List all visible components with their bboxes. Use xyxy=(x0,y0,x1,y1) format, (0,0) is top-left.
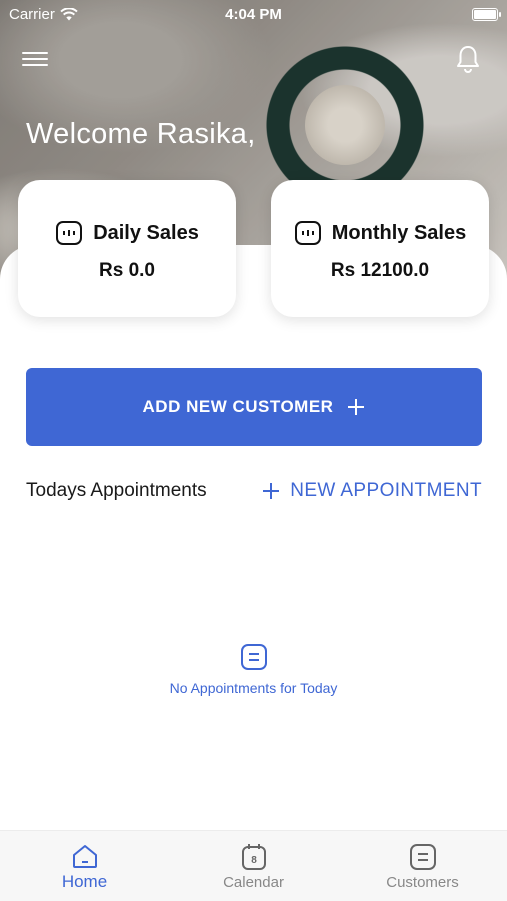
content-sheet xyxy=(0,245,507,835)
menu-button[interactable] xyxy=(22,48,48,70)
customers-icon xyxy=(409,844,436,870)
empty-state-text: No Appointments for Today xyxy=(169,680,338,696)
bell-icon xyxy=(457,46,479,73)
monthly-sales-card: Monthly Sales Rs 12100.0 xyxy=(271,180,489,317)
status-time: 4:04 PM xyxy=(225,6,282,23)
new-appointment-button[interactable]: NEW APPOINTMENT xyxy=(262,480,482,502)
add-customer-button[interactable]: ADD NEW CUSTOMER xyxy=(26,368,482,446)
new-appointment-label: NEW APPOINTMENT xyxy=(290,480,482,501)
tab-calendar[interactable]: 8 Calendar xyxy=(169,831,338,901)
list-icon xyxy=(240,644,267,670)
daily-sales-value: Rs 0.0 xyxy=(99,260,155,281)
daily-sales-card: Daily Sales Rs 0.0 xyxy=(18,180,236,317)
tab-customers-label: Customers xyxy=(386,874,459,891)
menu-icon-bar xyxy=(22,64,48,66)
tab-home[interactable]: Home xyxy=(0,831,169,901)
daily-sales-label: Daily Sales xyxy=(93,221,199,244)
plus-icon xyxy=(348,399,365,415)
menu-icon-bar xyxy=(22,52,48,54)
monthly-sales-label: Monthly Sales xyxy=(331,221,467,244)
menu-icon-bar xyxy=(22,58,48,60)
tab-customers[interactable]: Customers xyxy=(338,831,507,901)
sales-icon xyxy=(294,221,321,245)
sales-icon xyxy=(56,221,83,245)
appointments-heading: Todays Appointments xyxy=(26,480,207,501)
calendar-day: 8 xyxy=(251,855,257,866)
tab-bar: Home 8 Calendar Customers xyxy=(0,830,507,901)
monthly-sales-value: Rs 12100.0 xyxy=(330,260,430,281)
empty-state: No Appointments for Today xyxy=(0,643,507,696)
tab-home-label: Home xyxy=(61,872,108,891)
tab-calendar-label: Calendar xyxy=(223,874,284,891)
plus-icon xyxy=(263,483,280,499)
add-customer-label: ADD NEW CUSTOMER xyxy=(142,397,334,416)
calendar-icon: 8 xyxy=(241,844,266,870)
battery-icon xyxy=(472,8,501,21)
notifications-button[interactable] xyxy=(455,44,481,74)
status-bar: Carrier 4:04 PM xyxy=(0,0,507,28)
header-decoration xyxy=(305,85,385,165)
welcome-title: Welcome Rasika, xyxy=(26,118,256,150)
home-icon xyxy=(72,845,97,868)
